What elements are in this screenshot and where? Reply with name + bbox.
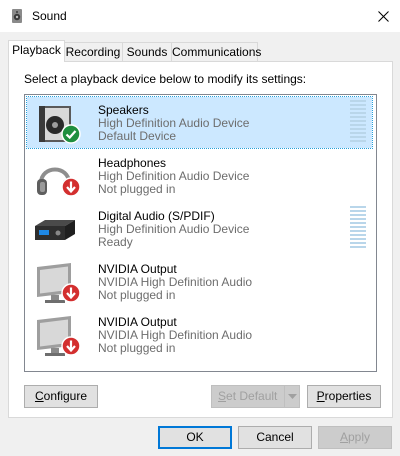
device-description: NVIDIA High Definition Audio (98, 328, 253, 342)
list-item[interactable]: Speakers High Definition Audio Device De… (26, 96, 373, 149)
device-list[interactable]: Speakers High Definition Audio Device De… (24, 94, 377, 372)
playback-panel: Select a playback device below to modify… (8, 61, 393, 418)
properties-button[interactable]: Properties (307, 385, 381, 408)
apply-label: pply (348, 430, 371, 444)
device-description: High Definition Audio Device (98, 116, 250, 130)
chevron-down-icon (287, 394, 297, 399)
sound-dialog: Sound Playback Recording Sounds Communic… (0, 0, 400, 456)
tab-sounds[interactable]: Sounds (122, 42, 172, 61)
device-description: High Definition Audio Device (98, 169, 250, 183)
list-item[interactable]: Digital Audio (S/PDIF) High Definition A… (27, 203, 372, 254)
level-meter (350, 206, 366, 248)
properties-label: roperties (324, 389, 372, 403)
unplugged-arrow-icon (61, 177, 81, 197)
set-default-dropdown[interactable] (284, 385, 300, 408)
properties-accesskey: P (316, 389, 325, 403)
instruction-text: Select a playback device below to modify… (24, 72, 307, 86)
device-name: NVIDIA Output (98, 315, 177, 329)
close-button[interactable] (366, 0, 400, 32)
device-name: Headphones (98, 156, 167, 170)
device-status: Ready (98, 235, 133, 249)
tab-communications[interactable]: Communications (171, 42, 261, 61)
unplugged-arrow-icon (61, 336, 81, 356)
device-name: Digital Audio (S/PDIF) (98, 209, 215, 223)
device-status: Not plugged in (98, 288, 176, 302)
device-description: High Definition Audio Device (98, 222, 250, 236)
set-default-label: et Default (226, 389, 278, 403)
tab-recording[interactable]: Recording (63, 42, 123, 61)
cancel-button[interactable]: Cancel (238, 426, 312, 449)
set-default-accesskey: S (218, 389, 227, 403)
configure-label: onfigure (43, 389, 88, 403)
list-item[interactable]: NVIDIA Output NVIDIA High Definition Aud… (27, 256, 372, 307)
default-check-icon (61, 124, 81, 144)
device-description: NVIDIA High Definition Audio (98, 275, 253, 289)
device-status: Not plugged in (98, 182, 176, 196)
device-status: Not plugged in (98, 341, 176, 355)
apply-accesskey: A (339, 430, 348, 444)
level-meter (350, 100, 366, 142)
device-status: Default Device (98, 129, 177, 143)
unplugged-arrow-icon (61, 283, 81, 303)
apply-button[interactable]: Apply (318, 426, 392, 449)
device-name: Speakers (98, 103, 149, 117)
title-bar[interactable]: Sound (0, 0, 400, 32)
configure-button[interactable]: Configure (24, 385, 98, 408)
configure-accesskey: C (34, 389, 44, 403)
tab-playback[interactable]: Playback (8, 40, 65, 62)
set-default-button[interactable]: Set Default (211, 385, 285, 408)
list-item[interactable]: NVIDIA Output NVIDIA High Definition Aud… (27, 309, 372, 360)
close-icon (377, 10, 389, 22)
speaker-icon (12, 9, 22, 23)
ok-button[interactable]: OK (158, 426, 232, 449)
list-item[interactable]: Headphones High Definition Audio Device … (27, 150, 372, 201)
device-name: NVIDIA Output (98, 262, 177, 276)
window-title: Sound (32, 9, 67, 23)
digital-audio-icon (35, 220, 75, 240)
